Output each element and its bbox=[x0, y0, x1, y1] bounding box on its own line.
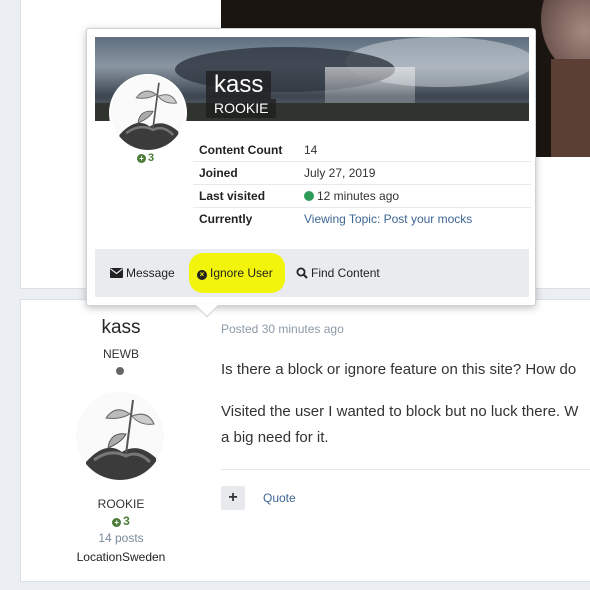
message-button[interactable]: Message bbox=[110, 266, 175, 280]
reputation-badge: +3 bbox=[21, 514, 221, 528]
post-content: Is there a block or ignore feature on th… bbox=[221, 357, 590, 467]
author-title: ROOKIE bbox=[97, 497, 145, 511]
reputation-count: 3 bbox=[148, 152, 155, 164]
stat-label: Currently bbox=[199, 212, 253, 226]
hovercard-actions: Message × Ignore User Find Content bbox=[95, 249, 529, 297]
message-label: Message bbox=[126, 266, 175, 280]
stat-value-wrapper: 12 minutes ago bbox=[304, 185, 399, 208]
current-activity-link[interactable]: Viewing Topic: Post your mocks bbox=[304, 208, 472, 231]
user-hovercard: kass ROOKIE +3 Content Count 14 Joined J… bbox=[86, 28, 536, 318]
stat-label: Last visited bbox=[199, 189, 266, 203]
author-info: kass NEWB ROOKIE +3 14 posts LocationSwe… bbox=[21, 300, 221, 581]
divider bbox=[221, 469, 590, 470]
hovercard-avatar[interactable] bbox=[109, 74, 187, 152]
ignore-user-button[interactable]: × Ignore User bbox=[197, 266, 273, 280]
hovercard-rank: ROOKIE bbox=[206, 99, 277, 118]
offline-indicator bbox=[116, 367, 124, 375]
post-paragraph: Visited the user I wanted to block but n… bbox=[221, 403, 579, 420]
x-circle-icon: × bbox=[197, 270, 207, 280]
author-post-count: 14 posts bbox=[98, 531, 144, 545]
ignore-user-label: Ignore User bbox=[210, 266, 273, 280]
plus-circle-icon: + bbox=[112, 518, 122, 527]
stat-value: 14 bbox=[304, 143, 318, 157]
search-icon bbox=[296, 267, 308, 279]
hovercard-reputation: +3 bbox=[137, 152, 154, 164]
user-stats: Content Count 14 Joined July 27, 2019 La… bbox=[193, 139, 531, 231]
stat-row-currently: Currently Viewing Topic: Post your mocks bbox=[193, 208, 531, 231]
author-group: NEWB bbox=[103, 347, 139, 361]
stat-value: 12 minutes ago bbox=[317, 189, 400, 203]
stat-label: Content Count bbox=[199, 143, 283, 157]
reputation-count: 3 bbox=[123, 514, 130, 528]
post-timestamp: Posted 30 minutes ago bbox=[221, 322, 344, 336]
find-content-button[interactable]: Find Content bbox=[296, 266, 380, 280]
avatar[interactable] bbox=[76, 392, 164, 480]
stat-row-content-count: Content Count 14 bbox=[193, 139, 531, 162]
author-name[interactable]: kass bbox=[21, 317, 221, 339]
find-content-label: Find Content bbox=[311, 266, 380, 280]
stat-value: July 27, 2019 bbox=[304, 166, 376, 180]
post-paragraph: a big need for it. bbox=[221, 429, 329, 446]
online-status-icon bbox=[304, 191, 314, 201]
hovercard-username[interactable]: kass bbox=[206, 71, 272, 99]
post-paragraph: Is there a block or ignore feature on th… bbox=[221, 361, 577, 378]
envelope-icon bbox=[110, 268, 123, 278]
stat-row-joined: Joined July 27, 2019 bbox=[193, 162, 531, 185]
stat-label: Joined bbox=[199, 166, 238, 180]
plus-circle-icon: + bbox=[137, 154, 146, 163]
react-button[interactable]: + bbox=[221, 486, 245, 510]
stat-row-last-visited: Last visited 12 minutes ago bbox=[193, 185, 531, 208]
author-location: LocationSweden bbox=[76, 550, 166, 564]
quote-button[interactable]: Quote bbox=[263, 491, 296, 505]
post: kass NEWB ROOKIE +3 14 posts LocationSwe… bbox=[20, 299, 590, 582]
